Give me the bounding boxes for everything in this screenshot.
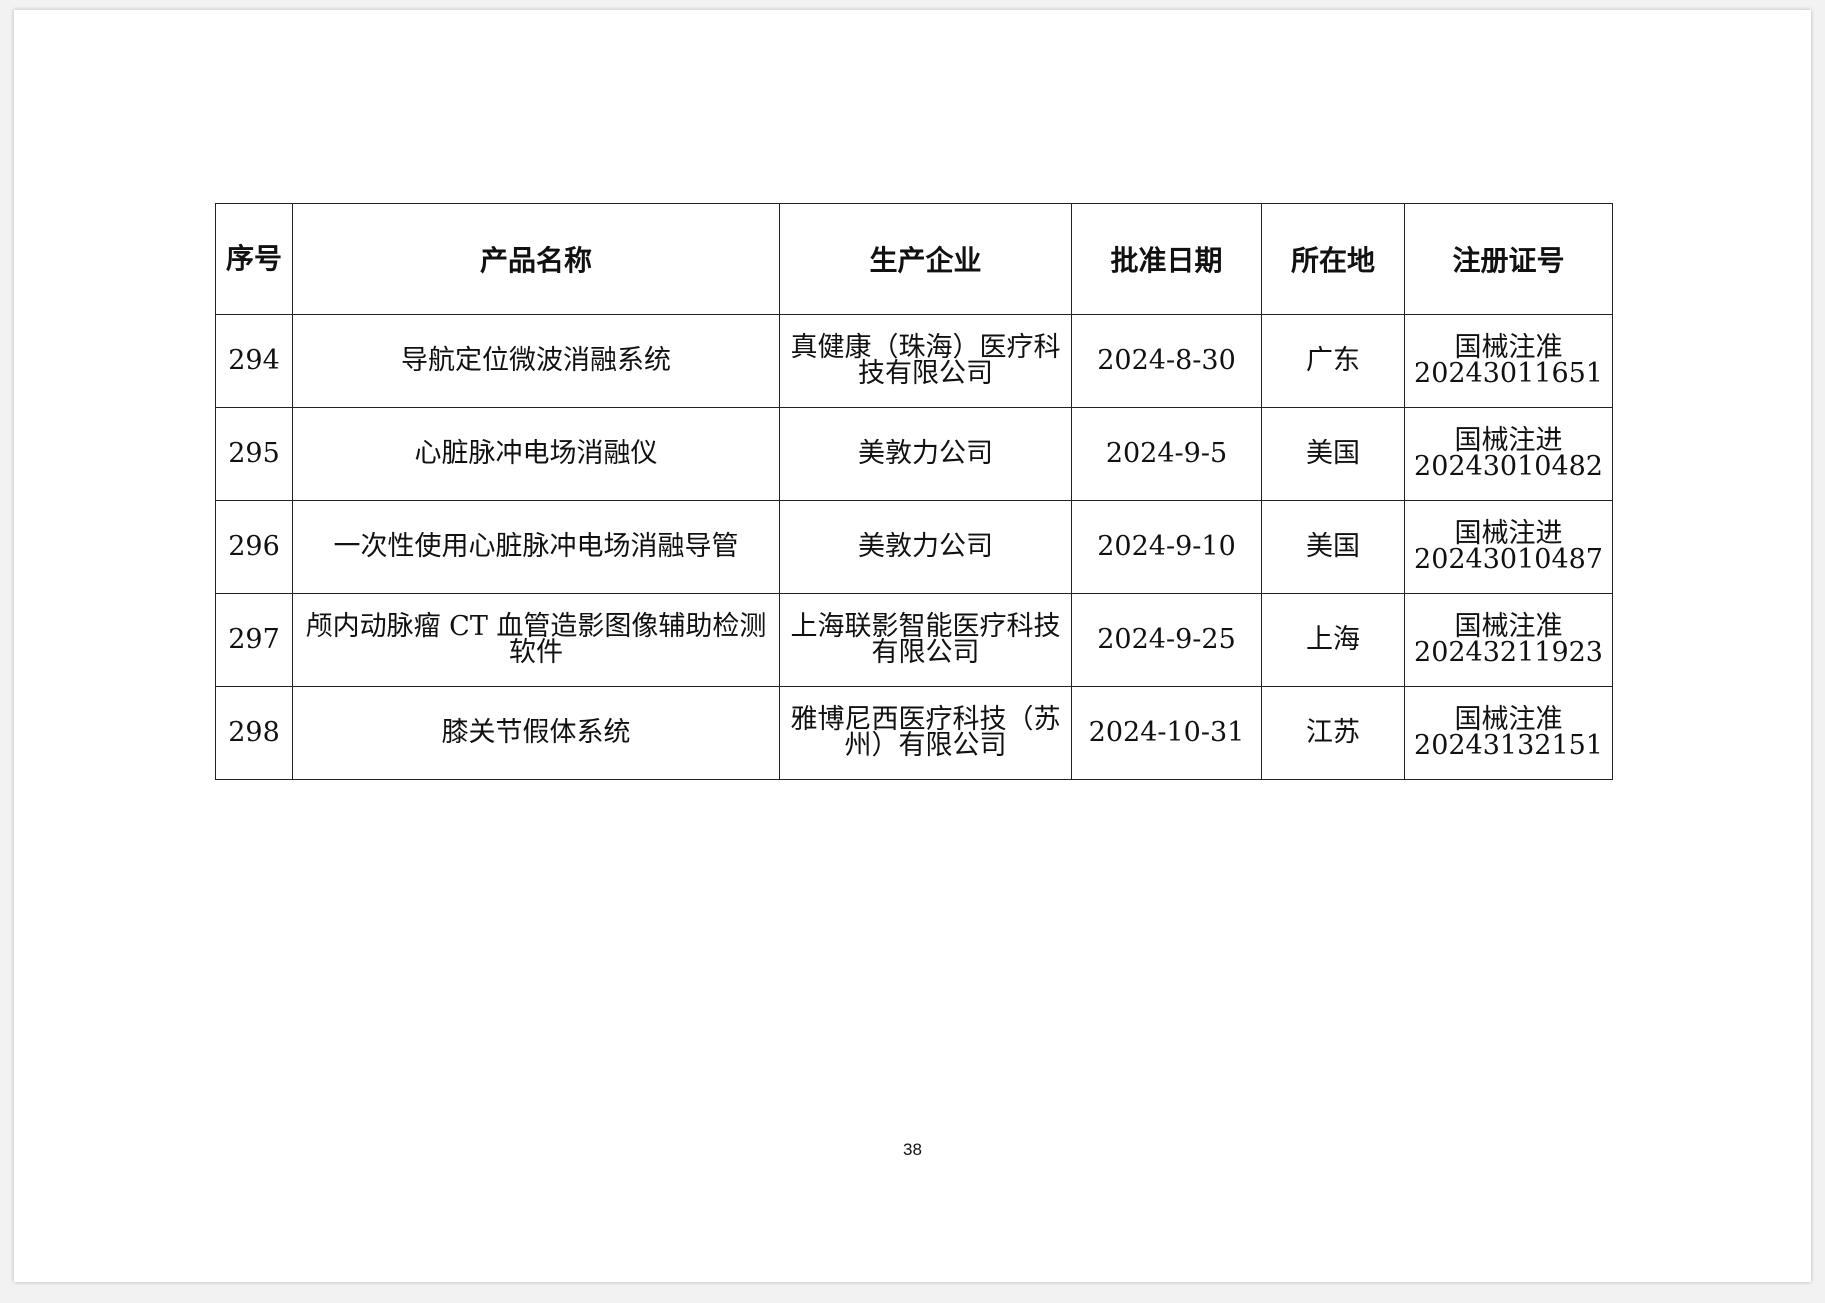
cell-location: 美国 — [1261, 500, 1405, 594]
header-manufacturer: 生产企业 — [779, 203, 1072, 315]
cell-location: 上海 — [1261, 593, 1405, 687]
cell-location: 广东 — [1261, 314, 1405, 408]
header-product: 产品名称 — [292, 203, 780, 315]
header-seq: 序号 — [215, 203, 293, 315]
cell-product: 膝关节假体系统 — [292, 686, 780, 780]
cell-date: 2024-8-30 — [1071, 314, 1262, 408]
table-row: 296 一次性使用心脏脉冲电场消融导管 美敦力公司 2024-9-10 美国 国… — [215, 500, 1613, 594]
header-location: 所在地 — [1261, 203, 1405, 315]
cell-product: 一次性使用心脏脉冲电场消融导管 — [292, 500, 780, 594]
cell-reg-no: 国械注准 20243132151 — [1404, 686, 1613, 780]
cell-location: 美国 — [1261, 407, 1405, 501]
cell-manufacturer: 上海联影智能医疗科技有限公司 — [779, 593, 1072, 687]
cell-seq: 294 — [215, 314, 293, 408]
page-number: 38 — [903, 1140, 922, 1159]
table-header-row: 序号 产品名称 生产企业 批准日期 所在地 注册证号 — [215, 203, 1613, 315]
cell-reg-no: 国械注进 20243010487 — [1404, 500, 1613, 594]
cell-reg-no: 国械注进 20243010482 — [1404, 407, 1613, 501]
cell-seq: 296 — [215, 500, 293, 594]
cell-manufacturer: 美敦力公司 — [779, 500, 1072, 594]
cell-manufacturer: 真健康（珠海）医疗科技有限公司 — [779, 314, 1072, 408]
cell-product: 颅内动脉瘤 CT 血管造影图像辅助检测软件 — [292, 593, 780, 687]
cell-date: 2024-9-5 — [1071, 407, 1262, 501]
cell-location: 江苏 — [1261, 686, 1405, 780]
header-reg-no: 注册证号 — [1404, 203, 1613, 315]
cell-date: 2024-10-31 — [1071, 686, 1262, 780]
table-row: 297 颅内动脉瘤 CT 血管造影图像辅助检测软件 上海联影智能医疗科技有限公司… — [215, 593, 1613, 687]
cell-date: 2024-9-25 — [1071, 593, 1262, 687]
table-row: 295 心脏脉冲电场消融仪 美敦力公司 2024-9-5 美国 国械注进 202… — [215, 407, 1613, 501]
cell-seq: 297 — [215, 593, 293, 687]
cell-product: 导航定位微波消融系统 — [292, 314, 780, 408]
cell-reg-no: 国械注准 20243211923 — [1404, 593, 1613, 687]
cell-product: 心脏脉冲电场消融仪 — [292, 407, 780, 501]
cell-seq: 298 — [215, 686, 293, 780]
table-row: 298 膝关节假体系统 雅博尼西医疗科技（苏州）有限公司 2024-10-31 … — [215, 686, 1613, 780]
table-row: 294 导航定位微波消融系统 真健康（珠海）医疗科技有限公司 2024-8-30… — [215, 314, 1613, 408]
document-page: 序号 产品名称 生产企业 批准日期 所在地 注册证号 294 导航定位微波消融系… — [14, 10, 1811, 1282]
cell-manufacturer: 雅博尼西医疗科技（苏州）有限公司 — [779, 686, 1072, 780]
cell-date: 2024-9-10 — [1071, 500, 1262, 594]
cell-reg-no: 国械注准 20243011651 — [1404, 314, 1613, 408]
cell-manufacturer: 美敦力公司 — [779, 407, 1072, 501]
header-date: 批准日期 — [1071, 203, 1262, 315]
cell-seq: 295 — [215, 407, 293, 501]
device-registration-table: 序号 产品名称 生产企业 批准日期 所在地 注册证号 294 导航定位微波消融系… — [215, 203, 1613, 780]
